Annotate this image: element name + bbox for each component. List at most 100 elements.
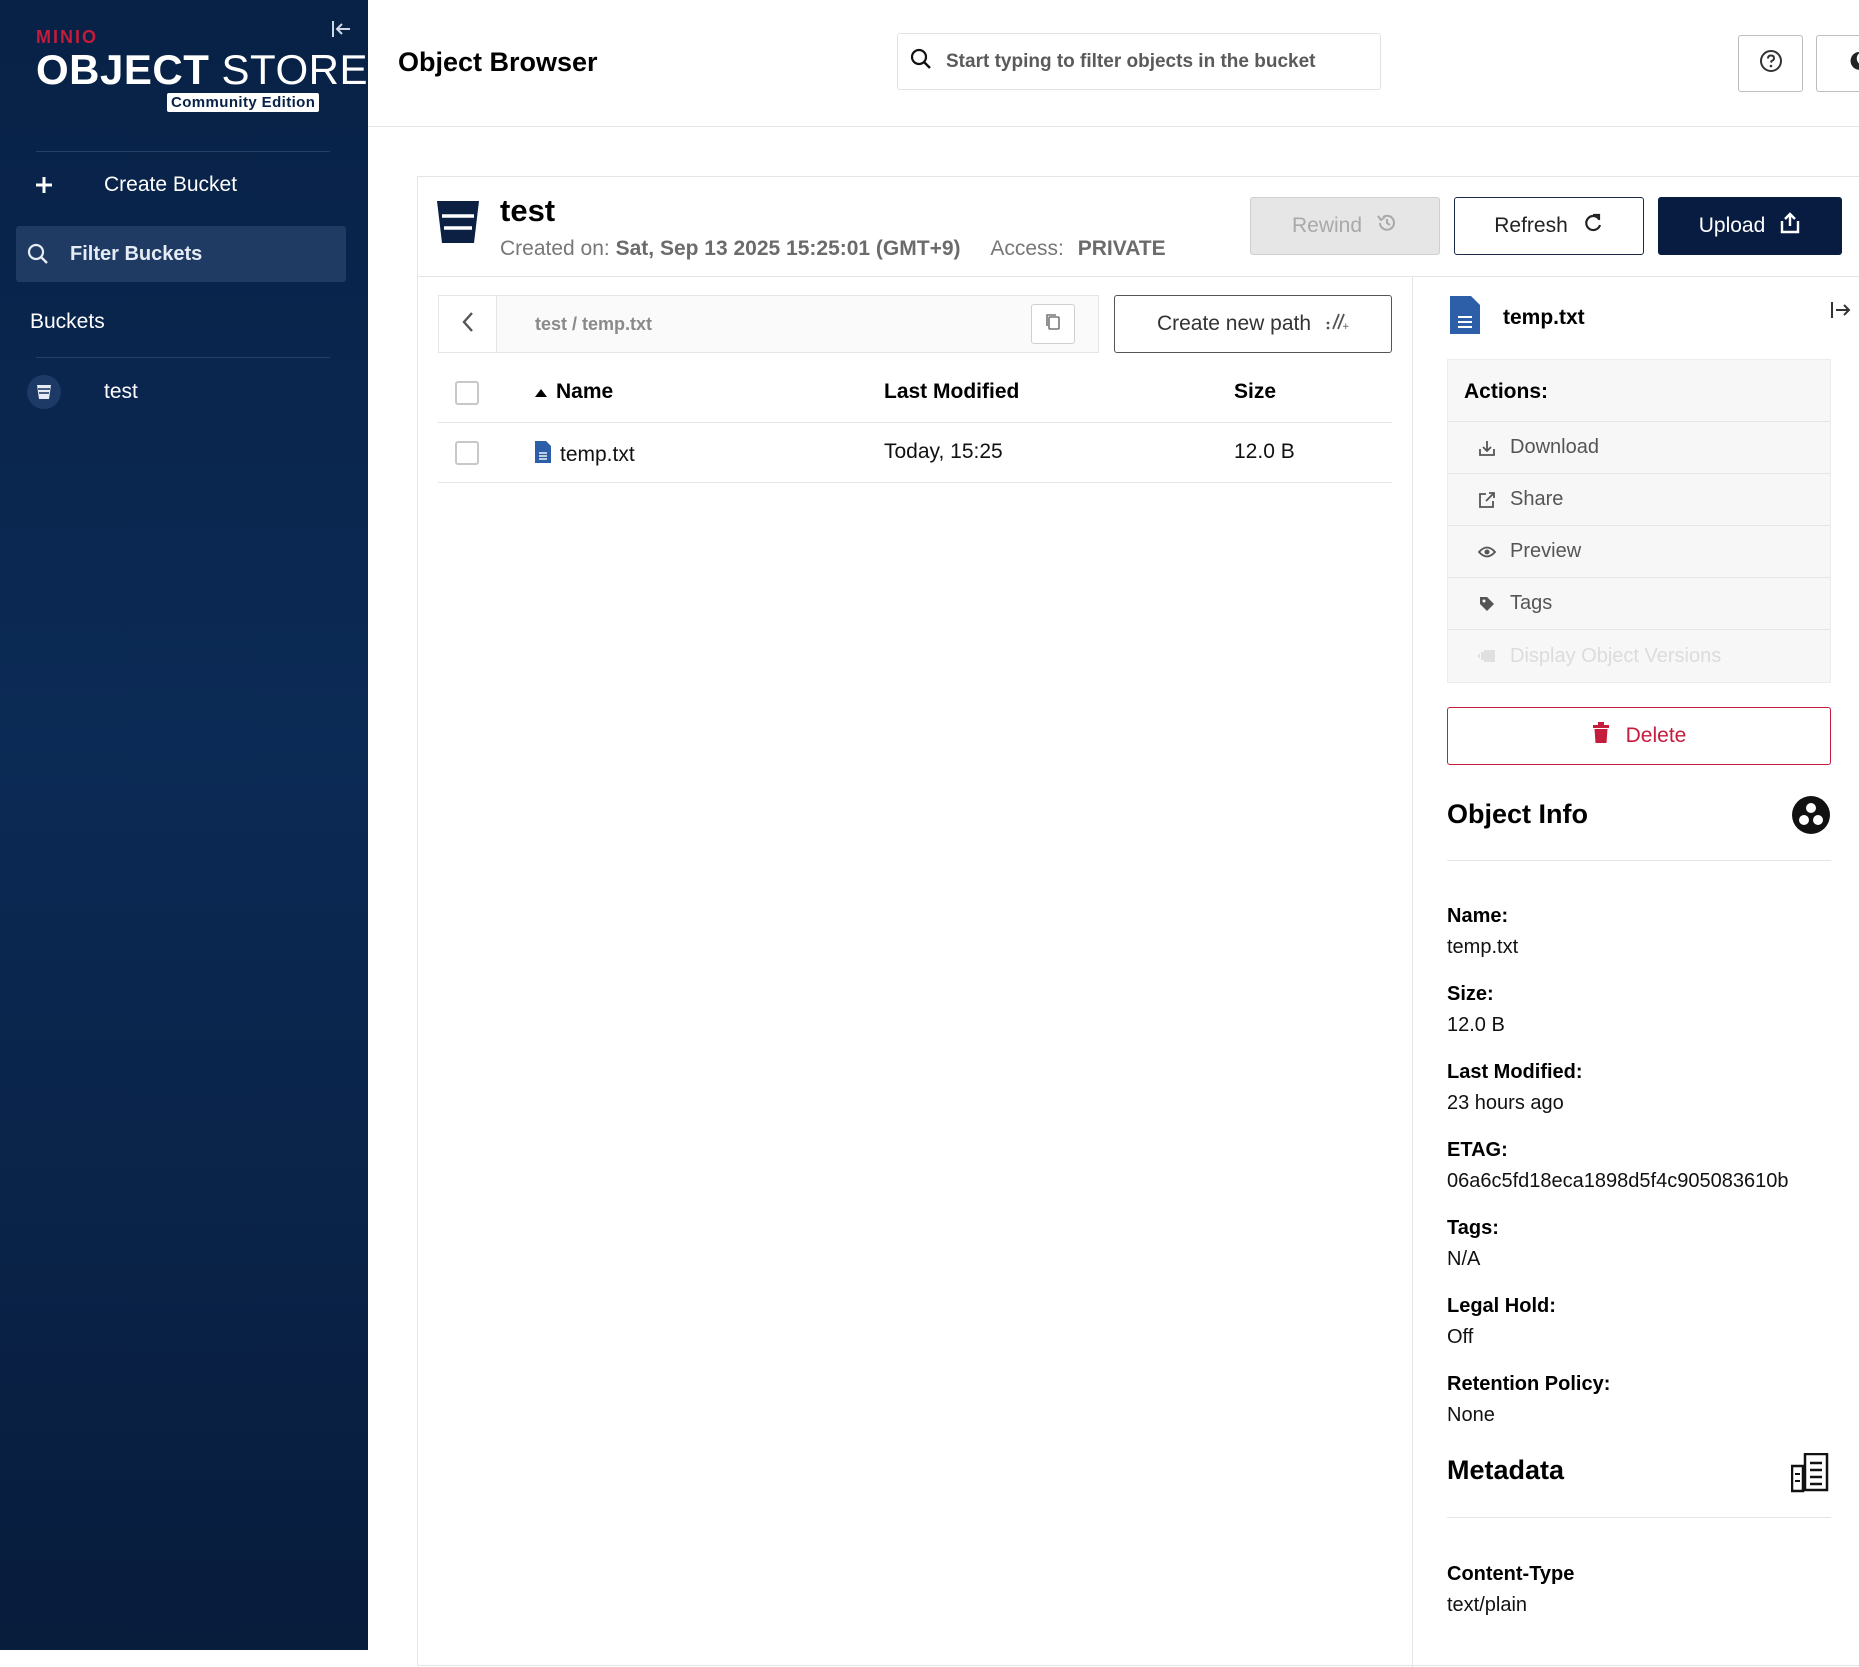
- info-size-label: Size:: [1447, 983, 1494, 1006]
- trash-icon: [1592, 722, 1610, 750]
- sidebar-bucket-test[interactable]: test: [16, 364, 346, 420]
- display-object-versions-action: Display Object Versions: [1448, 630, 1830, 682]
- create-bucket-button[interactable]: Create Bucket: [16, 157, 346, 213]
- created-value: Sat, Sep 13 2025 15:25:01 (GMT+9): [616, 237, 961, 260]
- eye-icon: [1478, 545, 1498, 559]
- info-name-value: temp.txt: [1447, 936, 1518, 959]
- object-info-title: Object Info: [1447, 799, 1588, 830]
- section-divider: [1447, 1517, 1831, 1518]
- section-divider: [1447, 860, 1831, 861]
- object-info-icon: [1791, 795, 1831, 840]
- row-size-cell: 12.0 B: [1234, 440, 1295, 464]
- new-path-icon: +: [1325, 311, 1349, 337]
- column-header-last-modified[interactable]: Last Modified: [884, 380, 1019, 404]
- object-filter-search[interactable]: [897, 33, 1381, 90]
- column-header-name[interactable]: Name: [534, 380, 613, 404]
- filter-buckets-input[interactable]: Filter Buckets: [16, 226, 346, 282]
- row-checkbox[interactable]: [455, 441, 479, 465]
- info-last-modified-label: Last Modified:: [1447, 1061, 1583, 1084]
- objects-table: Name Last Modified Size temp.txt Today, …: [438, 363, 1392, 483]
- page-title: Object Browser: [398, 47, 598, 78]
- search-icon: [910, 48, 932, 75]
- top-bar: Object Browser: [368, 0, 1859, 127]
- help-button[interactable]: [1738, 35, 1803, 92]
- download-action[interactable]: Download: [1448, 422, 1830, 474]
- tags-action[interactable]: Tags: [1448, 578, 1830, 630]
- upload-icon: [1779, 212, 1801, 240]
- info-legal-hold-label: Legal Hold:: [1447, 1295, 1556, 1318]
- sidebar-divider: [36, 357, 330, 358]
- copy-icon: [1045, 313, 1061, 336]
- buckets-section-title: Buckets: [30, 310, 105, 334]
- actions-title: Actions:: [1448, 360, 1830, 422]
- moon-icon: [1847, 49, 1859, 78]
- info-size-value: 12.0 B: [1447, 1014, 1505, 1037]
- copy-path-button[interactable]: [1031, 304, 1075, 344]
- preview-action[interactable]: Preview: [1448, 526, 1830, 578]
- details-file-name: temp.txt: [1503, 306, 1585, 330]
- table-row[interactable]: temp.txt Today, 15:25 12.0 B: [438, 423, 1392, 483]
- info-etag-label: ETAG:: [1447, 1139, 1508, 1162]
- info-etag-value: 06a6c5fd18eca1898d5f4c905083610b: [1447, 1170, 1788, 1193]
- sidebar: MINIO OBJECT STORE Community Edition Cre…: [0, 0, 368, 1650]
- metadata-title: Metadata: [1447, 1455, 1564, 1486]
- metadata-content-type-label: Content-Type: [1447, 1563, 1574, 1586]
- info-last-modified-value: 23 hours ago: [1447, 1092, 1564, 1115]
- file-icon: [1449, 295, 1481, 340]
- bucket-icon: [436, 199, 480, 250]
- logo-object-store: OBJECT STORE: [36, 48, 368, 92]
- delete-button[interactable]: Delete: [1447, 707, 1831, 765]
- access-value: PRIVATE: [1078, 237, 1166, 260]
- versions-icon: [1478, 648, 1498, 664]
- share-icon: [1478, 491, 1498, 509]
- download-icon: [1478, 439, 1498, 457]
- bucket-card: test Created on: Sat, Sep 13 2025 15:25:…: [417, 176, 1859, 1666]
- history-icon: [1376, 212, 1398, 240]
- row-last-modified-cell: Today, 15:25: [884, 440, 1003, 464]
- bucket-icon: [27, 375, 61, 409]
- rewind-button[interactable]: Rewind: [1250, 197, 1440, 255]
- refresh-icon: [1582, 212, 1604, 240]
- delete-label: Delete: [1626, 724, 1687, 748]
- chevron-left-icon: [460, 310, 476, 339]
- created-label: Created on:: [500, 237, 610, 260]
- create-new-path-button[interactable]: Create new path +: [1114, 295, 1392, 353]
- upload-button[interactable]: Upload: [1658, 197, 1842, 255]
- info-retention-value: None: [1447, 1404, 1495, 1427]
- sidebar-divider: [36, 151, 330, 152]
- refresh-button[interactable]: Refresh: [1454, 197, 1644, 255]
- column-header-size[interactable]: Size: [1234, 380, 1276, 404]
- actions-box: Actions: Download Share Preview Tags Dis…: [1447, 359, 1831, 683]
- bucket-header: test Created on: Sat, Sep 13 2025 15:25:…: [418, 177, 1859, 277]
- breadcrumb: test / temp.txt: [438, 295, 1099, 353]
- object-search-input[interactable]: [946, 51, 1366, 73]
- back-button[interactable]: [439, 296, 497, 352]
- info-retention-label: Retention Policy:: [1447, 1373, 1610, 1396]
- refresh-label: Refresh: [1494, 214, 1568, 238]
- search-icon: [16, 243, 60, 265]
- logo-edition-badge: Community Edition: [167, 93, 319, 112]
- info-name-label: Name:: [1447, 905, 1508, 928]
- help-icon: [1759, 49, 1783, 78]
- file-icon: [534, 440, 552, 470]
- info-tags-label: Tags:: [1447, 1217, 1499, 1240]
- bucket-meta: Created on: Sat, Sep 13 2025 15:25:01 (G…: [500, 237, 1166, 261]
- info-legal-hold-value: Off: [1447, 1326, 1473, 1349]
- create-bucket-label: Create Bucket: [104, 173, 237, 197]
- row-name-cell[interactable]: temp.txt: [534, 440, 635, 470]
- create-new-path-label: Create new path: [1157, 312, 1311, 336]
- plus-icon: [16, 175, 72, 195]
- details-header: temp.txt: [1449, 295, 1585, 340]
- close-panel-icon[interactable]: [1829, 299, 1851, 326]
- select-all-checkbox[interactable]: [455, 381, 479, 405]
- info-tags-value: N/A: [1447, 1248, 1480, 1271]
- minio-logo: MINIO OBJECT STORE Community Edition: [36, 28, 368, 92]
- metadata-icon: [1791, 1453, 1829, 1498]
- filter-buckets-placeholder: Filter Buckets: [70, 243, 202, 266]
- share-action[interactable]: Share: [1448, 474, 1830, 526]
- sort-asc-icon: [534, 380, 548, 404]
- dark-mode-toggle[interactable]: [1816, 35, 1859, 92]
- breadcrumb-path[interactable]: test / temp.txt: [535, 314, 652, 335]
- metadata-content-type-value: text/plain: [1447, 1594, 1527, 1617]
- upload-label: Upload: [1699, 214, 1766, 238]
